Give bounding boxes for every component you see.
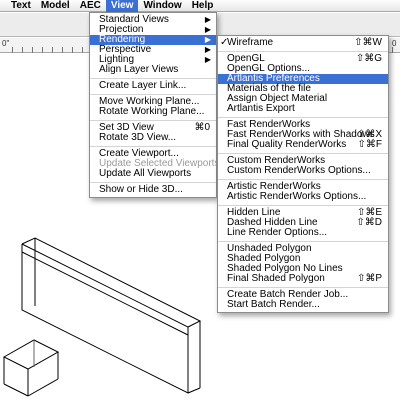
menu-shortcut: ⇧⌘P xyxy=(356,273,382,284)
menu-item-label: Start Batch Render... xyxy=(227,299,320,310)
menu-item-final-shaded-polygon[interactable]: Final Shaded Polygon ⇧⌘P xyxy=(218,274,388,284)
wireframe-wall xyxy=(21,237,202,394)
menu-bar: Text Model AEC View Window Help xyxy=(0,0,400,12)
menu-item-label: Align Layer Views xyxy=(99,64,179,75)
menu-item-label: Rotate 3D View... xyxy=(99,132,177,143)
menu-help[interactable]: Help xyxy=(187,0,219,12)
submenu-arrow-icon: ▶ xyxy=(204,45,211,54)
submenu-arrow-icon: ▶ xyxy=(204,25,211,34)
menu-shortcut: ⇧⌘F xyxy=(357,139,383,150)
menu-item-rotate-3d-view[interactable]: Rotate 3D View... xyxy=(90,133,216,143)
checkmark-icon: ✓ xyxy=(220,37,229,48)
menu-shortcut: ⌘0 xyxy=(194,122,210,133)
menu-shortcut: ⇧⌘W xyxy=(354,37,382,48)
menu-item-create-layer-link[interactable]: Create Layer Link... xyxy=(90,81,216,91)
submenu-arrow-icon: ▶ xyxy=(204,35,211,44)
menu-item-wireframe[interactable]: ✓ Wireframe ⇧⌘W xyxy=(218,38,388,48)
wireframe-box xyxy=(2,339,60,397)
menu-shortcut: ⇧⌘G xyxy=(355,53,382,64)
menu-item-line-render-options[interactable]: Line Render Options... xyxy=(218,228,388,238)
menu-item-label: Show or Hide 3D... xyxy=(99,184,183,195)
menu-item-start-batch-render[interactable]: Start Batch Render... xyxy=(218,300,388,310)
menu-item-label: Create Layer Link... xyxy=(99,80,187,91)
menu-item-artlantis-export[interactable]: Artlantis Export xyxy=(218,104,388,114)
menu-item-label: Artlantis Export xyxy=(227,103,295,114)
menu-text[interactable]: Text xyxy=(6,0,36,12)
menu-item-show-or-hide-3d[interactable]: Show or Hide 3D... xyxy=(90,185,216,195)
menu-item-custom-renderworks-options[interactable]: Custom RenderWorks Options... xyxy=(218,166,388,176)
menu-item-label: Update All Viewports xyxy=(99,168,192,179)
menu-model[interactable]: Model xyxy=(36,0,75,12)
menu-item-artistic-renderworks-options[interactable]: Artistic RenderWorks Options... xyxy=(218,192,388,202)
submenu-arrow-icon: ▶ xyxy=(204,55,211,64)
menu-item-label: Final Shaded Polygon xyxy=(227,273,325,284)
rendering-submenu: ✓ Wireframe ⇧⌘W OpenGL ⇧⌘G OpenGL Options... A… xyxy=(217,35,389,313)
menu-item-label: Rotate Working Plane... xyxy=(99,106,205,117)
menu-aec[interactable]: AEC xyxy=(75,0,106,12)
menu-window[interactable]: Window xyxy=(138,0,186,12)
menu-item-label: Wireframe xyxy=(227,37,274,48)
view-menu: Standard Views ▶ Projection ▶ Rendering ▶ Pers… xyxy=(89,12,219,198)
submenu-arrow-icon: ▶ xyxy=(204,15,211,24)
menu-item-align-layer-views[interactable]: Align Layer Views xyxy=(90,65,216,75)
menu-item-rotate-working-plane[interactable]: Rotate Working Plane... xyxy=(90,107,216,117)
ruler-label: 0" xyxy=(2,39,10,48)
menu-item-label: Artistic RenderWorks Options... xyxy=(227,191,367,202)
menu-view[interactable]: View xyxy=(105,0,139,12)
menu-shortcut: ⇧⌘D xyxy=(356,217,382,228)
menu-item-final-quality-renderworks[interactable]: Final Quality RenderWorks ⇧⌘F xyxy=(218,140,388,150)
menu-item-label: Final Quality RenderWorks xyxy=(227,139,347,150)
menu-item-update-all-viewports[interactable]: Update All Viewports xyxy=(90,169,216,179)
menu-item-label: Line Render Options... xyxy=(227,227,328,238)
menu-item-label: Custom RenderWorks Options... xyxy=(227,165,371,176)
